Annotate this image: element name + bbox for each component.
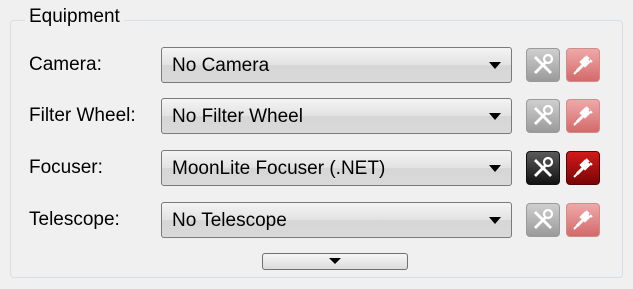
camera-label: Camera: bbox=[29, 54, 102, 75]
focuser-label: Focuser: bbox=[29, 157, 103, 178]
plug-connect-icon bbox=[573, 106, 593, 126]
telescope-select-value: No Telescope bbox=[172, 210, 287, 231]
chevron-down-icon bbox=[329, 258, 341, 264]
setup-tools-icon bbox=[534, 53, 554, 74]
setup-tools-icon bbox=[534, 104, 554, 125]
camera-connect-button[interactable] bbox=[566, 48, 600, 82]
filter-wheel-row: Filter Wheel: No Filter Wheel bbox=[0, 96, 633, 136]
telescope-setup-button[interactable] bbox=[526, 203, 560, 237]
setup-tools-icon bbox=[534, 156, 554, 177]
setup-tools-icon bbox=[534, 208, 554, 229]
chevron-down-icon bbox=[489, 217, 501, 224]
focuser-select[interactable]: MoonLite Focuser (.NET) bbox=[161, 150, 512, 186]
chevron-down-icon bbox=[489, 62, 501, 69]
plug-connect-icon bbox=[573, 210, 593, 230]
focuser-connect-button[interactable] bbox=[566, 151, 600, 185]
focuser-select-value: MoonLite Focuser (.NET) bbox=[172, 158, 386, 179]
plug-connect-icon bbox=[573, 158, 593, 178]
filter-wheel-select-value: No Filter Wheel bbox=[172, 106, 303, 127]
telescope-row: Telescope: No Telescope bbox=[0, 200, 633, 240]
chevron-down-icon bbox=[489, 165, 501, 172]
camera-row: Camera: No Camera bbox=[0, 45, 633, 85]
equipment-group-title: Equipment bbox=[25, 6, 124, 28]
plug-connect-icon bbox=[573, 55, 593, 75]
expand-button[interactable] bbox=[262, 253, 408, 270]
filter-wheel-setup-button[interactable] bbox=[526, 99, 560, 133]
telescope-label: Telescope: bbox=[29, 209, 120, 230]
filter-wheel-connect-button[interactable] bbox=[566, 99, 600, 133]
telescope-select[interactable]: No Telescope bbox=[161, 202, 512, 238]
chevron-down-icon bbox=[489, 113, 501, 120]
camera-select-value: No Camera bbox=[172, 55, 270, 76]
focuser-setup-button[interactable] bbox=[526, 151, 560, 185]
focuser-row: Focuser: MoonLite Focuser (.NET) bbox=[0, 148, 633, 188]
filter-wheel-label: Filter Wheel: bbox=[29, 105, 136, 126]
camera-select[interactable]: No Camera bbox=[161, 47, 512, 83]
filter-wheel-select[interactable]: No Filter Wheel bbox=[161, 98, 512, 134]
camera-setup-button[interactable] bbox=[526, 48, 560, 82]
telescope-connect-button[interactable] bbox=[566, 203, 600, 237]
